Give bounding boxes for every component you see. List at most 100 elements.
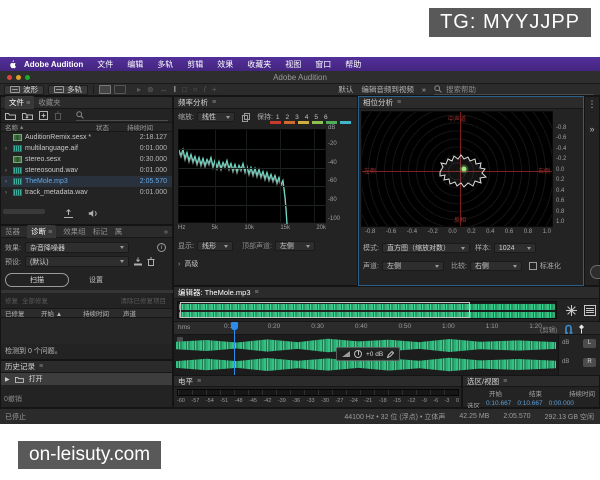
hold-swatch-6[interactable] bbox=[340, 121, 351, 124]
workspace-default[interactable]: 默认 bbox=[338, 84, 353, 95]
tab-overflow-chevrons[interactable]: » bbox=[164, 227, 168, 236]
tab-diagnostics[interactable]: 诊断 ≡ bbox=[27, 225, 56, 238]
repair-button[interactable]: 修复 bbox=[5, 295, 18, 305]
effect-dropdown[interactable]: 杂音降噪器 bbox=[25, 242, 129, 253]
scale-dropdown[interactable]: 线性 bbox=[197, 112, 235, 122]
help-search-field[interactable]: 搜索帮助 bbox=[434, 85, 594, 95]
panel-menu-icon[interactable]: ≡ bbox=[39, 363, 43, 370]
files-scrollbar[interactable] bbox=[3, 209, 45, 214]
show-waveform-icon[interactable] bbox=[99, 85, 111, 94]
tab-effects-rack[interactable]: 效果组 bbox=[63, 226, 86, 237]
menu-window[interactable]: 窗口 bbox=[308, 59, 338, 70]
expand-icon[interactable]: › bbox=[5, 168, 13, 174]
workspace-overflow-chevrons[interactable]: » bbox=[422, 85, 426, 94]
file-row[interactable]: AuditionRemix.sesx *2:18.127 bbox=[1, 132, 172, 143]
menu-view[interactable]: 视图 bbox=[278, 59, 308, 70]
channel-layout-icon[interactable] bbox=[584, 305, 596, 316]
marquee-selection-tool-icon[interactable]: □ bbox=[182, 85, 187, 94]
col-name[interactable]: 名称 bbox=[1, 122, 18, 132]
dock-menu-dots-icon[interactable]: ⋮ bbox=[585, 99, 599, 110]
marker-pin-icon[interactable] bbox=[578, 324, 585, 334]
col-duration[interactable]: 持续时间 bbox=[83, 308, 109, 318]
settings-button[interactable]: 设置 bbox=[89, 275, 103, 285]
menu-edit[interactable]: 编辑 bbox=[120, 59, 150, 70]
insert-into-multitrack-icon[interactable] bbox=[63, 209, 74, 218]
level-meter[interactable] bbox=[177, 389, 459, 396]
hold-swatch-5[interactable] bbox=[326, 121, 337, 124]
col-start[interactable]: 开始 ▲ bbox=[41, 308, 62, 318]
waveform-view-button[interactable]: 波形 bbox=[4, 85, 44, 95]
dock-expand-chevrons[interactable]: » bbox=[585, 124, 599, 134]
volume-knob-icon[interactable] bbox=[354, 350, 362, 358]
tab-markers[interactable]: 标记 bbox=[93, 226, 108, 237]
hold-swatch-3[interactable] bbox=[298, 121, 309, 124]
expand-icon[interactable]: › bbox=[5, 179, 13, 185]
tab-favorites[interactable]: 收藏夹 bbox=[38, 97, 61, 108]
panel-menu-icon[interactable]: ≡ bbox=[26, 100, 30, 107]
hold-number[interactable]: 6 bbox=[324, 114, 328, 121]
menu-multitrack[interactable]: 多轨 bbox=[150, 59, 180, 70]
panel-menu-icon[interactable]: ≡ bbox=[48, 229, 52, 236]
new-item-icon[interactable] bbox=[39, 111, 48, 120]
menu-file[interactable]: 文件 bbox=[90, 59, 120, 70]
save-preset-icon[interactable] bbox=[133, 257, 143, 266]
razor-tool-icon[interactable]: ⊗ bbox=[147, 85, 154, 94]
file-row[interactable]: stereo.sesx0:30.000 bbox=[1, 154, 172, 165]
menu-clip[interactable]: 剪辑 bbox=[180, 59, 210, 70]
hold-number[interactable]: 1 bbox=[276, 114, 280, 121]
channel-dropdown[interactable]: 左侧 bbox=[382, 261, 444, 271]
advanced-expand-icon[interactable]: › bbox=[178, 261, 180, 268]
advanced-label[interactable]: 高级 bbox=[184, 259, 198, 269]
tab-files[interactable]: 文件 ≡ bbox=[5, 96, 34, 109]
playhead[interactable] bbox=[234, 322, 235, 376]
hold-swatch-2[interactable] bbox=[284, 121, 295, 124]
file-row-selected[interactable]: › TheMole.mp32:05.570 bbox=[1, 176, 172, 187]
menu-effects[interactable]: 效果 bbox=[210, 59, 240, 70]
volume-value[interactable]: +0 dB bbox=[366, 351, 383, 358]
mode-dropdown[interactable]: 直方图（缩放对数） bbox=[382, 243, 470, 253]
diagnostics-scrollbar[interactable] bbox=[1, 290, 174, 293]
volume-hud[interactable]: +0 dB bbox=[336, 347, 400, 361]
file-row[interactable]: › multilanguage.aif0:01.000 bbox=[1, 143, 172, 154]
panel-menu-icon[interactable]: ≡ bbox=[255, 289, 259, 296]
move-tool-icon[interactable]: ▸ bbox=[137, 85, 141, 94]
apple-icon[interactable] bbox=[8, 60, 17, 69]
menubar-app-name[interactable]: Adobe Audition bbox=[17, 60, 90, 69]
overview-strip[interactable] bbox=[177, 301, 557, 319]
files-search-field[interactable] bbox=[76, 111, 168, 121]
waveform-area[interactable]: +0 dB bbox=[174, 335, 558, 376]
delete-preset-icon[interactable] bbox=[147, 257, 155, 266]
spot-healing-tool-icon[interactable]: + bbox=[212, 85, 217, 94]
spot-toggle-icon[interactable] bbox=[566, 305, 577, 316]
expand-icon[interactable]: › bbox=[5, 190, 13, 196]
hold-number[interactable]: 5 bbox=[314, 114, 318, 121]
col-channel[interactable]: 声道 bbox=[123, 308, 136, 318]
preset-dropdown[interactable]: (默认) bbox=[25, 256, 129, 267]
panel-menu-icon[interactable]: ≡ bbox=[197, 378, 201, 385]
copy-snapshot-icon[interactable] bbox=[242, 113, 250, 122]
playhead-handle[interactable] bbox=[231, 322, 238, 330]
clipped-toggle-button[interactable] bbox=[590, 265, 600, 279]
samples-dropdown[interactable]: 1024 bbox=[494, 243, 536, 253]
panel-menu-icon[interactable]: ≡ bbox=[212, 99, 216, 106]
col-status[interactable]: 状态 bbox=[96, 122, 109, 132]
col-repaired[interactable]: 已修复 bbox=[1, 308, 25, 318]
right-channel-button[interactable]: R bbox=[583, 358, 596, 367]
repair-all-button[interactable]: 全部修复 bbox=[22, 295, 48, 305]
normalize-checkbox[interactable] bbox=[529, 262, 537, 270]
hold-number[interactable]: 3 bbox=[295, 114, 299, 121]
multitrack-view-button[interactable]: 多轨 bbox=[48, 85, 88, 95]
tab-properties[interactable]: 属 bbox=[115, 226, 123, 237]
display-dropdown[interactable]: 线形 bbox=[197, 241, 233, 251]
lasso-selection-tool-icon[interactable]: ○ bbox=[193, 85, 198, 94]
tab-media-browser[interactable]: 览器 bbox=[5, 226, 20, 237]
delete-icon[interactable] bbox=[54, 111, 62, 120]
hold-number[interactable]: 2 bbox=[286, 114, 290, 121]
overview-selection-box[interactable] bbox=[180, 302, 470, 318]
hold-number[interactable]: 4 bbox=[305, 114, 309, 121]
hold-swatch-4[interactable] bbox=[312, 121, 323, 124]
col-duration[interactable]: 持续时间 bbox=[127, 122, 153, 132]
show-spectral-icon[interactable] bbox=[114, 85, 126, 94]
panel-menu-icon[interactable]: ≡ bbox=[397, 99, 401, 106]
left-channel-button[interactable]: L bbox=[583, 339, 596, 348]
